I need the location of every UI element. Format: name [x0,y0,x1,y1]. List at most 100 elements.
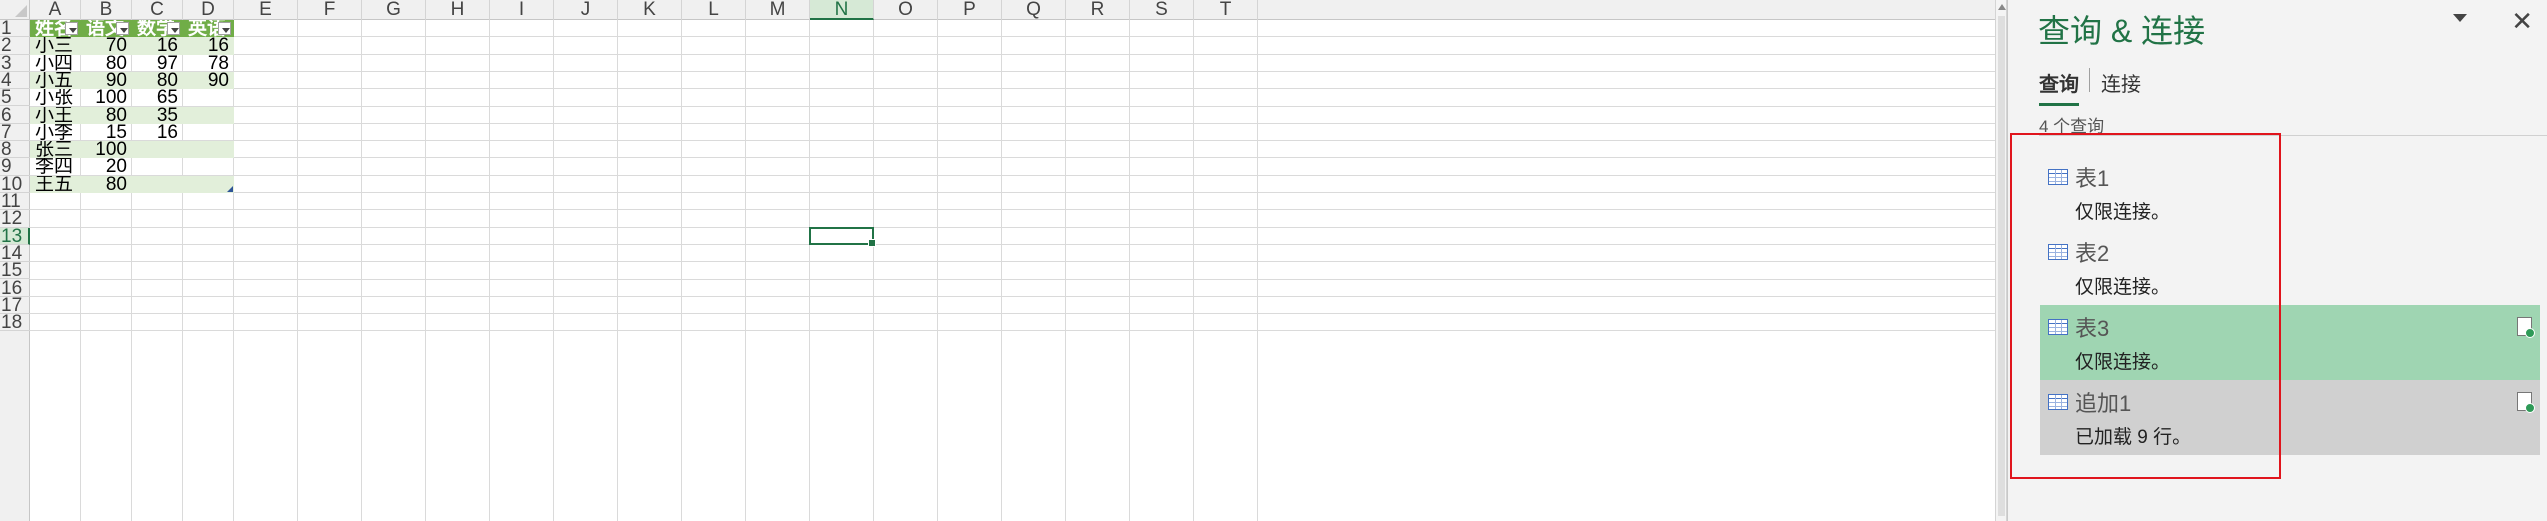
table-cell[interactable]: 小张 [30,89,81,106]
column-header-g[interactable]: G [362,0,426,20]
table-resize-handle-icon[interactable] [227,186,233,192]
table-cell[interactable]: 100 [81,141,132,159]
table-header-cell[interactable]: 英语 [183,20,234,38]
column-header-d[interactable]: D [183,0,234,20]
table-cell[interactable]: 70 [81,37,132,55]
column-header-k[interactable]: K [618,0,682,20]
table-header-cell[interactable]: 姓名 [30,20,81,38]
gridline [30,209,1995,211]
query-item-append1[interactable]: 追加1 已加载 9 行。 [2040,380,2540,455]
scroll-up-icon[interactable] [1998,4,2006,10]
table-cell[interactable] [183,106,234,124]
row-header-15[interactable]: 15 [0,261,30,280]
column-header-p[interactable]: P [938,0,1002,20]
select-all-triangle-icon [15,5,27,17]
gridline [30,88,1995,90]
gridline [937,20,938,521]
column-header-s[interactable]: S [1130,0,1194,20]
table-cell[interactable]: 16 [132,37,183,55]
pane-options-chevron-icon[interactable] [2453,14,2467,22]
table-cell[interactable]: 16 [183,37,234,55]
table-cell[interactable]: 80 [132,71,183,90]
tab-connections[interactable]: 连接 [2101,68,2141,97]
table-cell[interactable]: 15 [81,124,132,141]
gridline [553,20,554,521]
active-cell-selection[interactable] [809,226,876,247]
table-cell[interactable]: 张三 [30,141,81,159]
table-cell[interactable] [183,89,234,106]
query-name: 表2 [2075,241,2110,266]
column-header-t[interactable]: T [1194,0,1258,20]
table-cell[interactable]: 80 [81,175,132,193]
table-cell[interactable]: 王五 [30,175,81,193]
query-item-table3[interactable]: 表3 仅限连接。 [2040,305,2540,380]
table-cell[interactable] [132,158,183,175]
table-cell[interactable] [183,124,234,141]
table-cell[interactable]: 35 [132,106,183,124]
table-cell[interactable] [183,141,234,159]
close-icon[interactable]: ✕ [2511,6,2533,37]
fill-handle[interactable] [868,238,876,247]
table-cell[interactable]: 20 [81,158,132,175]
table-cell[interactable]: 16 [132,124,183,141]
gridline [425,20,426,521]
table-cell[interactable]: 80 [81,106,132,124]
column-header-a[interactable]: A [30,0,81,20]
table-cell[interactable]: 90 [183,71,234,90]
table-cell[interactable]: 90 [81,71,132,90]
row-header-5[interactable]: 5 [0,88,30,107]
table-icon [2048,244,2068,260]
column-header-q[interactable]: Q [1002,0,1066,20]
table-cell[interactable] [132,175,183,193]
table-cell[interactable] [132,141,183,159]
column-header-e[interactable]: E [234,0,298,20]
table-cell[interactable]: 80 [81,55,132,72]
vertical-scrollbar[interactable] [1995,0,2007,521]
row-header-12[interactable]: 12 [0,209,30,228]
filter-dropdown-icon[interactable] [218,22,231,35]
gridline [30,226,1995,228]
table-cell[interactable]: 100 [81,89,132,106]
row-header-18[interactable]: 18 [0,313,30,332]
table-header-cell[interactable]: 语文 [81,20,132,38]
query-item-table1[interactable]: 表1 仅限连接。 [2040,155,2540,230]
query-item-table2[interactable]: 表2 仅限连接。 [2040,230,2540,305]
filter-dropdown-icon[interactable] [65,22,78,35]
table-header-cell[interactable]: 数学 [132,20,183,38]
table-cell[interactable]: 97 [132,55,183,72]
filter-dropdown-icon[interactable] [167,22,180,35]
gridline [30,122,1995,124]
table-cell[interactable]: 65 [132,89,183,106]
table-cell[interactable]: 78 [183,55,234,72]
filter-dropdown-icon[interactable] [116,22,129,35]
refresh-document-icon[interactable] [2517,317,2535,338]
column-header-n[interactable]: N [810,0,874,20]
row-header-2[interactable]: 2 [0,36,30,55]
column-header-r[interactable]: R [1066,0,1130,20]
worksheet[interactable]: ABCDEFGHIJKLMNOPQRST 1 2 3 4 5 6 7 8 9 10 11 12 13 14… [0,0,1995,521]
table-cell[interactable]: 小王 [30,106,81,124]
column-header-o[interactable]: O [874,0,938,20]
column-header-j[interactable]: J [554,0,618,20]
table-cell[interactable]: 小李 [30,124,81,141]
cell-grid[interactable]: 姓名 语文 数学 英语 小三 70 16 16 小四 80 97 78 小五 90 80 90 小张 100 65 小… [30,20,1995,521]
table-cell[interactable]: 李四 [30,158,81,175]
column-header-b[interactable]: B [81,0,132,20]
table-cell[interactable]: 小四 [30,55,81,72]
table-cell[interactable]: 小三 [30,37,81,55]
table-cell[interactable] [183,158,234,175]
tab-queries[interactable]: 查询 [2039,68,2079,106]
column-header-h[interactable]: H [426,0,490,20]
refresh-document-icon[interactable] [2517,392,2535,413]
column-header-f[interactable]: F [298,0,362,20]
scroll-thumb[interactable] [1998,16,2005,516]
column-header-l[interactable]: L [682,0,746,20]
gridline [1065,20,1066,521]
table-cell[interactable]: 小五 [30,71,81,90]
column-header-m[interactable]: M [746,0,810,20]
column-header-i[interactable]: I [490,0,554,20]
queries-connections-pane: 查询 & 连接 ✕ 查询 连接 4 个查询 表1 仅限连接。 表2 仅限连接。 … [2007,0,2547,521]
gridline [681,20,682,521]
column-header-c[interactable]: C [132,0,183,20]
select-all-corner[interactable] [0,0,30,20]
